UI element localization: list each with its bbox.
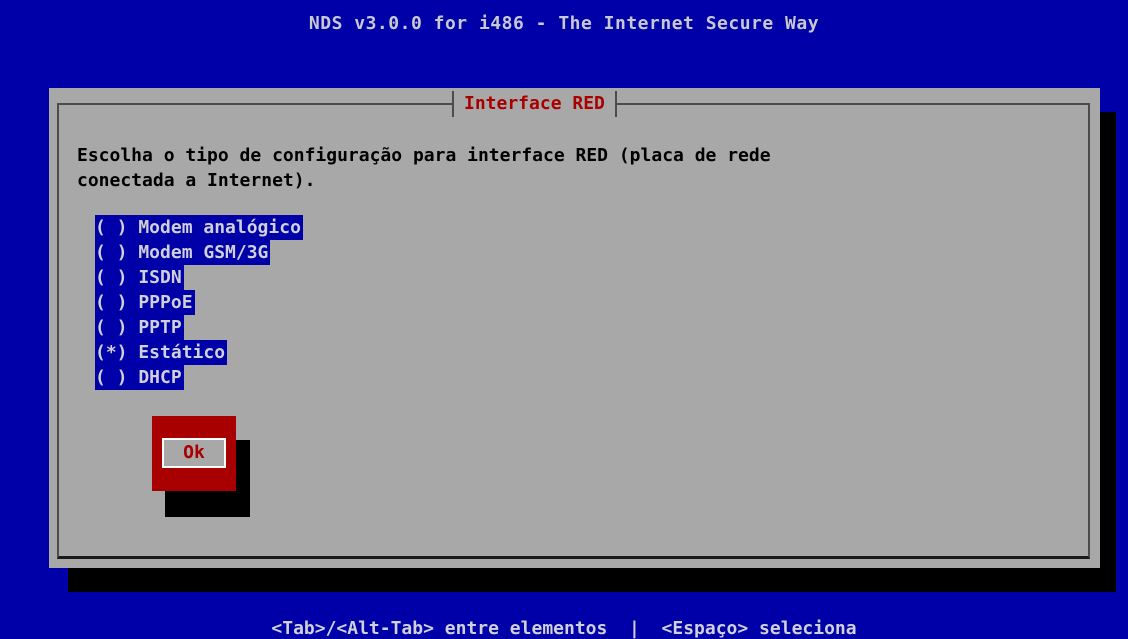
ok-button-focus-box: Ok bbox=[152, 416, 236, 491]
radio-option-modem-gsm-3g[interactable]: ( ) Modem GSM/3G bbox=[95, 240, 271, 265]
dialog-title: Interface RED bbox=[452, 91, 617, 117]
ok-button[interactable]: Ok bbox=[162, 438, 226, 468]
screen-title: NDS v3.0.0 for i486 - The Internet Secur… bbox=[308, 13, 820, 34]
radio-option-dhcp[interactable]: ( ) DHCP bbox=[95, 365, 184, 390]
radio-option-isdn[interactable]: ( ) ISDN bbox=[95, 265, 184, 290]
radio-option-estatico[interactable]: (*) Estático bbox=[95, 340, 228, 365]
radio-option-modem-analogico[interactable]: ( ) Modem analógico bbox=[95, 215, 303, 240]
keyboard-help-line: <Tab>/<Alt-Tab> entre elementos | <Espaç… bbox=[271, 618, 857, 639]
dialog-prompt: Escolha o tipo de configuração para inte… bbox=[77, 145, 771, 191]
interface-red-dialog: Interface RED Escolha o tipo de configur… bbox=[49, 88, 1100, 568]
radio-option-pppoe[interactable]: ( ) PPPoE bbox=[95, 290, 195, 315]
connection-type-radio-list: ( ) Modem analógico ( ) Modem GSM/3G ( )… bbox=[95, 215, 303, 390]
terminal-screen: NDS v3.0.0 for i486 - The Internet Secur… bbox=[0, 0, 1128, 639]
radio-option-pptp[interactable]: ( ) PPTP bbox=[95, 315, 184, 340]
